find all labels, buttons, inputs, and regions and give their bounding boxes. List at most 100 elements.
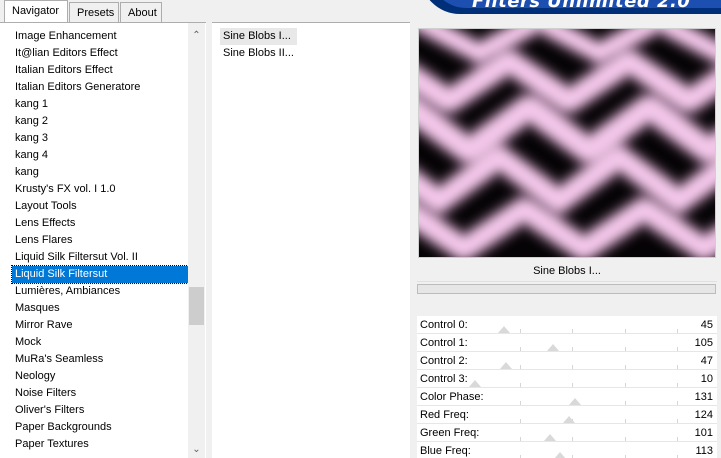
category-item[interactable]: Noise Filters xyxy=(12,385,188,402)
category-scrollbar[interactable]: ⌃ ⌄ xyxy=(188,23,205,458)
slider-tick xyxy=(624,419,626,423)
slider-track[interactable] xyxy=(467,416,678,423)
category-item[interactable]: Italian Editors Effect xyxy=(12,62,188,79)
slider-track[interactable] xyxy=(467,434,678,441)
category-list[interactable]: Image Enhancement It@lian Editors Effect I… xyxy=(11,28,189,453)
control-label: Control 2: xyxy=(420,355,468,367)
control-value: 47 xyxy=(700,355,713,367)
category-item[interactable]: kang xyxy=(12,164,188,181)
slider-tick xyxy=(677,419,678,423)
category-item[interactable]: Neology xyxy=(12,368,188,385)
category-item[interactable]: MuRa's Seamless xyxy=(12,351,188,368)
slider-tick xyxy=(677,347,678,351)
filter-list-panel: Sine Blobs I... Sine Blobs II... xyxy=(212,22,410,458)
control-value: 45 xyxy=(700,319,713,331)
preview-panel: Sine Blobs I... Control 0: 45 Control 1: 10… xyxy=(414,22,721,458)
slider-tick xyxy=(624,347,626,351)
control-slider-row[interactable]: Red Freq: 124 xyxy=(417,406,717,424)
slider-tick xyxy=(572,437,573,441)
category-item[interactable]: kang 4 xyxy=(12,147,188,164)
slider-knob[interactable] xyxy=(547,344,560,351)
control-label: Control 3: xyxy=(420,373,468,385)
slider-tick xyxy=(572,329,573,333)
tab-presets[interactable]: Presets xyxy=(69,2,119,22)
slider-track[interactable] xyxy=(467,362,678,369)
slider-tick xyxy=(677,401,678,405)
control-value: 10 xyxy=(700,373,713,385)
category-item[interactable]: Italian Editors Generatore xyxy=(12,79,188,96)
control-slider-row[interactable]: Control 2: 47 xyxy=(417,352,717,370)
filter-item[interactable]: Sine Blobs II... xyxy=(220,45,297,62)
category-list-panel: Image Enhancement It@lian Editors Effect I… xyxy=(0,22,206,458)
category-item[interactable]: Layout Tools xyxy=(12,198,188,215)
category-item[interactable]: kang 3 xyxy=(12,130,188,147)
slider-knob[interactable] xyxy=(469,380,482,387)
slider-track[interactable] xyxy=(467,398,678,405)
category-item[interactable]: Lens Flares xyxy=(12,232,188,249)
slider-tick xyxy=(519,329,521,333)
filter-list[interactable]: Sine Blobs I... Sine Blobs II... xyxy=(220,28,297,62)
slider-tick xyxy=(519,347,521,351)
filter-preview-image xyxy=(418,28,716,258)
slider-tick xyxy=(519,401,521,405)
slider-knob[interactable] xyxy=(499,362,512,369)
control-value: 131 xyxy=(694,391,713,403)
category-item[interactable]: Mirror Rave xyxy=(12,317,188,334)
category-item[interactable]: Mock xyxy=(12,334,188,351)
filter-item[interactable]: Sine Blobs I... xyxy=(220,28,297,45)
category-item[interactable]: Liquid Silk Filtersut Vol. II xyxy=(12,249,188,266)
category-item[interactable]: Liquid Silk Filtersut xyxy=(11,265,189,284)
slider-knob[interactable] xyxy=(498,326,511,333)
slider-tick xyxy=(624,329,626,333)
control-slider-row[interactable]: Control 3: 10 xyxy=(417,370,717,388)
slider-tick xyxy=(519,365,521,369)
category-item[interactable]: Lumières, Ambiances xyxy=(12,283,188,300)
slider-track[interactable] xyxy=(467,344,678,351)
slider-tick xyxy=(519,437,521,441)
logo-text: Filters Unlimited 2.0 xyxy=(472,0,691,12)
slider-tick xyxy=(624,401,626,405)
slider-tick xyxy=(624,365,626,369)
control-label: Red Freq: xyxy=(420,409,469,421)
control-value: 113 xyxy=(695,445,713,457)
slider-track[interactable] xyxy=(467,326,678,333)
scroll-down-icon[interactable]: ⌄ xyxy=(188,441,205,458)
scrollbar-thumb[interactable] xyxy=(189,287,204,325)
control-value: 101 xyxy=(694,427,713,439)
category-item[interactable]: Krusty's FX vol. I 1.0 xyxy=(12,181,188,198)
slider-knob[interactable] xyxy=(563,416,576,423)
category-item[interactable]: Oliver's Filters xyxy=(12,402,188,419)
control-slider-row[interactable]: Green Freq: 101 xyxy=(417,424,717,442)
tab-about[interactable]: About xyxy=(120,2,162,22)
slider-track[interactable] xyxy=(467,380,678,387)
category-item[interactable]: Paper Backgrounds xyxy=(12,419,188,436)
category-item[interactable]: kang 1 xyxy=(12,96,188,113)
category-item[interactable]: Image Enhancement xyxy=(12,28,188,45)
category-item[interactable]: Paper Textures xyxy=(12,436,188,453)
control-value: 105 xyxy=(694,337,713,349)
category-item[interactable]: It@lian Editors Effect xyxy=(12,45,188,62)
category-item[interactable]: Masques xyxy=(12,300,188,317)
tab-navigator[interactable]: Navigator xyxy=(4,0,68,22)
slider-tick xyxy=(677,365,678,369)
slider-knob[interactable] xyxy=(544,434,557,441)
control-slider-row[interactable]: Color Phase: 131 xyxy=(417,388,717,406)
slider-knob[interactable] xyxy=(554,452,567,458)
category-item[interactable]: kang 2 xyxy=(12,113,188,130)
scroll-up-icon[interactable]: ⌃ xyxy=(188,27,205,44)
category-item[interactable]: Lens Effects xyxy=(12,215,188,232)
control-label: Green Freq: xyxy=(420,427,480,439)
slider-tick xyxy=(677,329,678,333)
control-sliders: Control 0: 45 Control 1: 105 Control 2: 47 Con… xyxy=(417,316,717,458)
slider-tick xyxy=(572,347,573,351)
slider-tick xyxy=(624,383,626,387)
slider-knob[interactable] xyxy=(568,398,581,405)
app-logo: Filters Unlimited 2.0 xyxy=(420,0,721,14)
slider-tick xyxy=(519,383,521,387)
control-slider-row[interactable]: Control 0: 45 xyxy=(417,316,717,334)
control-slider-row[interactable]: Control 1: 105 xyxy=(417,334,717,352)
tab-bar: Navigator Presets About Filters Unlimite… xyxy=(0,0,721,22)
filter-name-label: Sine Blobs I... xyxy=(417,260,717,282)
control-label: Control 0: xyxy=(420,319,468,331)
control-slider-row[interactable]: Blue Freq: 113 xyxy=(417,442,717,458)
